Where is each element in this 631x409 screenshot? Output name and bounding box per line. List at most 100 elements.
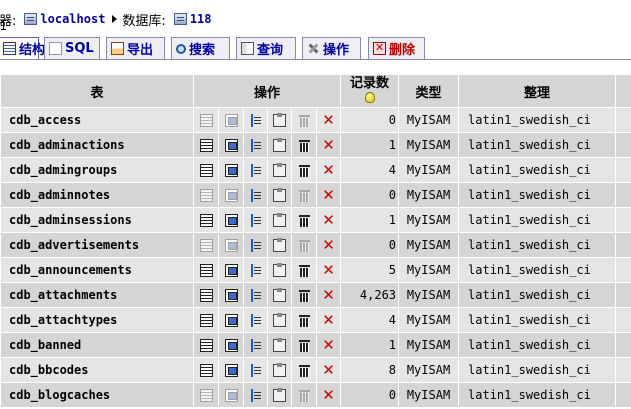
properties-action[interactable] bbox=[268, 158, 291, 182]
browse-action[interactable] bbox=[194, 183, 218, 207]
drop-action[interactable]: ✕ bbox=[317, 308, 341, 332]
properties-action[interactable] bbox=[268, 183, 291, 207]
properties-action[interactable] bbox=[268, 283, 291, 307]
browse-action[interactable] bbox=[194, 383, 218, 407]
empty-action[interactable] bbox=[292, 183, 316, 207]
tab-export[interactable]: 导出 bbox=[106, 37, 165, 59]
select-action[interactable] bbox=[219, 308, 243, 332]
table-name[interactable]: cdb_adminactions bbox=[1, 133, 193, 157]
insert-action[interactable] bbox=[244, 108, 267, 132]
browse-action[interactable] bbox=[194, 158, 218, 182]
drop-action[interactable]: ✕ bbox=[317, 183, 341, 207]
browse-action[interactable] bbox=[194, 308, 218, 332]
tab-query[interactable]: 查询 bbox=[236, 37, 296, 59]
drop-action[interactable]: ✕ bbox=[317, 108, 341, 132]
tab-drop[interactable]: 删除 bbox=[368, 37, 425, 59]
empty-action[interactable] bbox=[292, 333, 316, 357]
drop-action[interactable]: ✕ bbox=[317, 208, 341, 232]
select-action[interactable] bbox=[219, 133, 243, 157]
table-name[interactable]: cdb_attachtypes bbox=[1, 308, 193, 332]
drop-action[interactable]: ✕ bbox=[317, 158, 341, 182]
table-name[interactable]: cdb_advertisements bbox=[1, 233, 193, 257]
record-count: 0 bbox=[341, 183, 399, 207]
table-name[interactable]: cdb_adminsessions bbox=[1, 208, 193, 232]
browse-action[interactable] bbox=[194, 208, 218, 232]
properties-action[interactable] bbox=[268, 358, 291, 382]
properties-action[interactable] bbox=[268, 258, 291, 282]
properties-icon bbox=[273, 313, 286, 327]
select-action[interactable] bbox=[219, 283, 243, 307]
select-action[interactable] bbox=[219, 358, 243, 382]
insert-action[interactable] bbox=[244, 183, 267, 207]
select-action[interactable] bbox=[219, 333, 243, 357]
select-action[interactable] bbox=[219, 208, 243, 232]
drop-action[interactable]: ✕ bbox=[317, 233, 341, 257]
table-name[interactable]: cdb_banned bbox=[1, 333, 193, 357]
drop-action[interactable]: ✕ bbox=[317, 333, 341, 357]
insert-action[interactable] bbox=[244, 333, 267, 357]
empty-action[interactable] bbox=[292, 208, 316, 232]
select-action[interactable] bbox=[219, 158, 243, 182]
insert-action[interactable] bbox=[244, 358, 267, 382]
browse-action[interactable] bbox=[194, 283, 218, 307]
insert-action[interactable] bbox=[244, 383, 267, 407]
properties-action[interactable] bbox=[268, 233, 291, 257]
insert-action[interactable] bbox=[244, 208, 267, 232]
row-extra bbox=[616, 158, 631, 182]
server-link[interactable]: localhost bbox=[40, 12, 105, 26]
properties-action[interactable] bbox=[268, 208, 291, 232]
drop-action[interactable]: ✕ bbox=[317, 358, 341, 382]
insert-action[interactable] bbox=[244, 133, 267, 157]
properties-action[interactable] bbox=[268, 333, 291, 357]
browse-action[interactable] bbox=[194, 258, 218, 282]
empty-action[interactable] bbox=[292, 258, 316, 282]
empty-action[interactable] bbox=[292, 383, 316, 407]
browse-action[interactable] bbox=[194, 133, 218, 157]
browse-action[interactable] bbox=[194, 358, 218, 382]
insert-action[interactable] bbox=[244, 258, 267, 282]
record-count: 0 bbox=[341, 108, 399, 132]
empty-action[interactable] bbox=[292, 158, 316, 182]
tab-sql[interactable]: SQL bbox=[44, 37, 100, 59]
properties-action[interactable] bbox=[268, 133, 291, 157]
browse-action[interactable] bbox=[194, 233, 218, 257]
tab-operations[interactable]: 操作 bbox=[302, 37, 361, 59]
table-name[interactable]: cdb_announcements bbox=[1, 258, 193, 282]
select-action[interactable] bbox=[219, 233, 243, 257]
drop-action[interactable]: ✕ bbox=[317, 258, 341, 282]
tab-structure[interactable]: 结构 bbox=[0, 37, 45, 59]
database-link[interactable]: 118 bbox=[190, 12, 212, 26]
empty-action[interactable] bbox=[292, 308, 316, 332]
properties-action[interactable] bbox=[268, 108, 291, 132]
table-name[interactable]: cdb_blogcaches bbox=[1, 383, 193, 407]
select-action[interactable] bbox=[219, 183, 243, 207]
select-action[interactable] bbox=[219, 108, 243, 132]
insert-action[interactable] bbox=[244, 158, 267, 182]
select-action[interactable] bbox=[219, 383, 243, 407]
insert-action[interactable] bbox=[244, 308, 267, 332]
table-name[interactable]: cdb_bbcodes bbox=[1, 358, 193, 382]
empty-table-icon bbox=[298, 289, 311, 302]
properties-action[interactable] bbox=[268, 383, 291, 407]
select-action[interactable] bbox=[219, 258, 243, 282]
insert-action[interactable] bbox=[244, 233, 267, 257]
browse-action[interactable] bbox=[194, 108, 218, 132]
table-name[interactable]: cdb_adminnotes bbox=[1, 183, 193, 207]
table-name[interactable]: cdb_admingroups bbox=[1, 158, 193, 182]
lightbulb-hint-icon[interactable] bbox=[364, 92, 375, 103]
properties-action[interactable] bbox=[268, 308, 291, 332]
browse-action[interactable] bbox=[194, 333, 218, 357]
table-name[interactable]: cdb_access bbox=[1, 108, 193, 132]
empty-action[interactable] bbox=[292, 133, 316, 157]
empty-action[interactable] bbox=[292, 283, 316, 307]
tab-search[interactable]: 搜索 bbox=[171, 37, 230, 59]
insert-action[interactable] bbox=[244, 283, 267, 307]
empty-action[interactable] bbox=[292, 233, 316, 257]
browse-icon bbox=[199, 114, 213, 127]
empty-action[interactable] bbox=[292, 358, 316, 382]
drop-action[interactable]: ✕ bbox=[317, 133, 341, 157]
drop-action[interactable]: ✕ bbox=[317, 283, 341, 307]
empty-action[interactable] bbox=[292, 108, 316, 132]
drop-action[interactable]: ✕ bbox=[317, 383, 341, 407]
table-name[interactable]: cdb_attachments bbox=[1, 283, 193, 307]
